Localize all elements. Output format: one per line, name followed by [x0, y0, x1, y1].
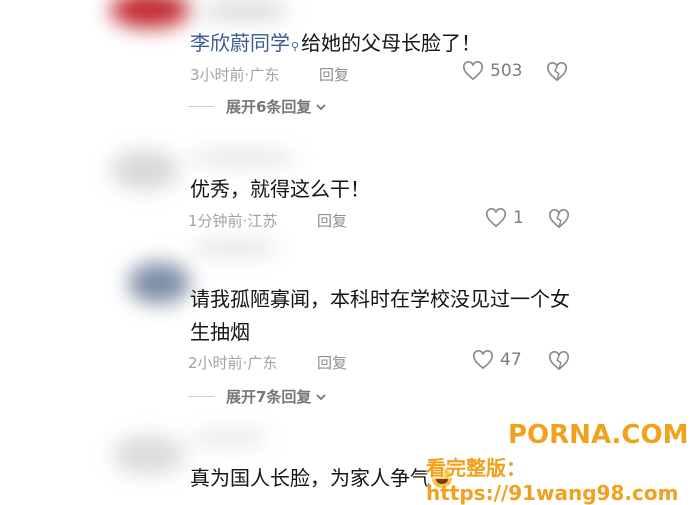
blurred-name — [190, 240, 280, 256]
heart-broken-icon[interactable] — [548, 351, 570, 371]
location-pin-icon: ⚲ — [291, 40, 300, 53]
heart-outline-icon — [462, 61, 484, 81]
like-count: 503 — [490, 61, 523, 81]
chevron-down-icon — [315, 98, 327, 116]
comment-text: 真为国人长脸，为家人争气 — [190, 462, 452, 494]
comment-text: 请我孤陋寡闻，本科时在学校没见过一个女 — [190, 287, 570, 311]
like-count: 1 — [513, 208, 524, 228]
chevron-down-icon — [315, 388, 327, 406]
like-button[interactable]: 47 — [472, 350, 522, 370]
comment-body: 给她的父母长脸了！ — [301, 31, 482, 55]
expand-replies-button[interactable]: 展开7条回复 — [188, 386, 327, 407]
expand-replies-button[interactable]: 展开6条回复 — [188, 96, 327, 117]
comment-meta: 1分钟前·江苏 — [188, 212, 278, 230]
blurred-avatar — [110, 150, 180, 190]
divider — [188, 396, 214, 397]
blurred-name — [200, 2, 290, 20]
blurred-avatar — [110, 0, 190, 28]
blurred-name — [190, 430, 270, 446]
divider — [188, 106, 214, 107]
comment-text: 李欣蔚同学⚲ 给她的父母长脸了！ — [190, 27, 481, 59]
blurred-avatar — [128, 262, 190, 304]
reply-button[interactable]: 回复 — [319, 64, 349, 85]
watermark-url: 看完整版：https://91wang98.com — [426, 456, 679, 505]
heart-outline-icon — [472, 350, 494, 370]
like-button[interactable]: 1 — [485, 208, 524, 228]
watermark-logo: PORNA.COM — [508, 420, 689, 450]
like-count: 47 — [500, 350, 522, 370]
heart-broken-icon[interactable] — [546, 62, 568, 82]
comment-meta: 3小时前·广东 — [190, 66, 280, 84]
comment-meta: 2小时前·广东 — [188, 354, 278, 372]
comment-text: 生抽烟 — [190, 320, 250, 344]
comment-text: 优秀，就得这么干！ — [190, 177, 370, 201]
heart-outline-icon — [485, 208, 507, 228]
like-button[interactable]: 503 — [462, 61, 522, 81]
reply-button[interactable]: 回复 — [317, 352, 347, 373]
blurred-avatar — [112, 435, 186, 475]
mention-link[interactable]: 李欣蔚同学 — [190, 31, 290, 55]
heart-broken-icon[interactable] — [548, 209, 570, 229]
blurred-name — [188, 150, 298, 166]
reply-button[interactable]: 回复 — [317, 210, 347, 231]
